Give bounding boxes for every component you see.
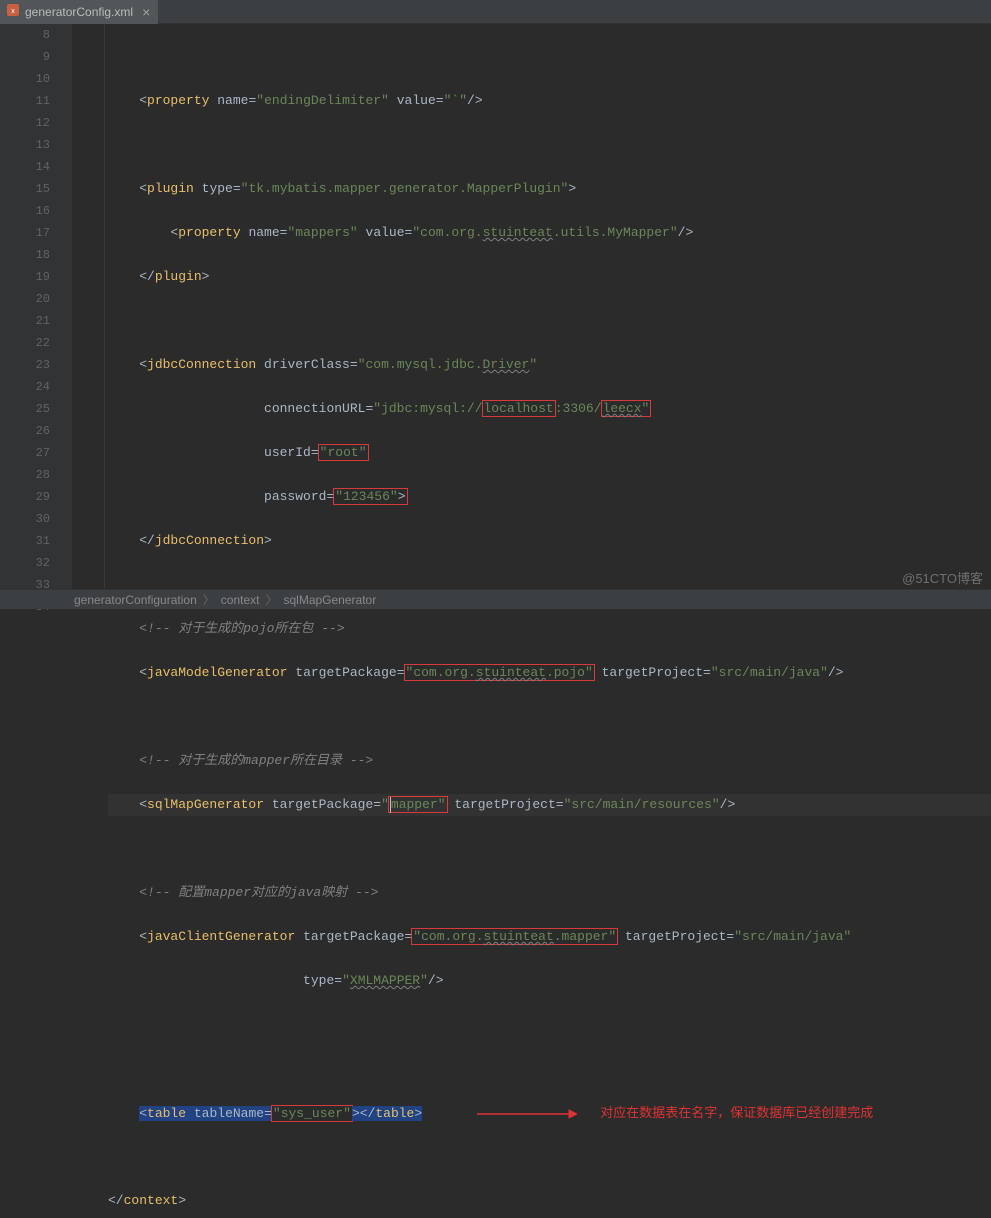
close-icon[interactable]: × [142, 4, 150, 20]
chevron-right-icon: 〉 [203, 591, 215, 608]
xml-file-icon: x [6, 3, 20, 20]
file-tab[interactable]: x generatorConfig.xml × [0, 0, 158, 24]
code-area[interactable]: <property name="endingDelimiter" value="… [72, 24, 991, 589]
annotation-text: 对应在数据表在名字，保证数据库已经创建完成 [600, 1105, 873, 1120]
tab-bar: x generatorConfig.xml × [0, 0, 991, 24]
code-editor[interactable]: 8910111213141516171819202122232425262728… [0, 24, 991, 589]
svg-text:x: x [11, 8, 15, 15]
breadcrumb-item[interactable]: sqlMapGenerator [283, 593, 376, 607]
watermark: @51CTO博客 [902, 568, 983, 587]
breadcrumb-item[interactable]: generatorConfiguration [74, 593, 197, 607]
tab-label: generatorConfig.xml [25, 5, 133, 19]
breadcrumb: generatorConfiguration 〉 context 〉 sqlMa… [0, 589, 991, 609]
breadcrumb-item[interactable]: context [221, 593, 260, 607]
line-gutter: 8910111213141516171819202122232425262728… [0, 24, 72, 589]
chevron-right-icon: 〉 [265, 591, 277, 608]
